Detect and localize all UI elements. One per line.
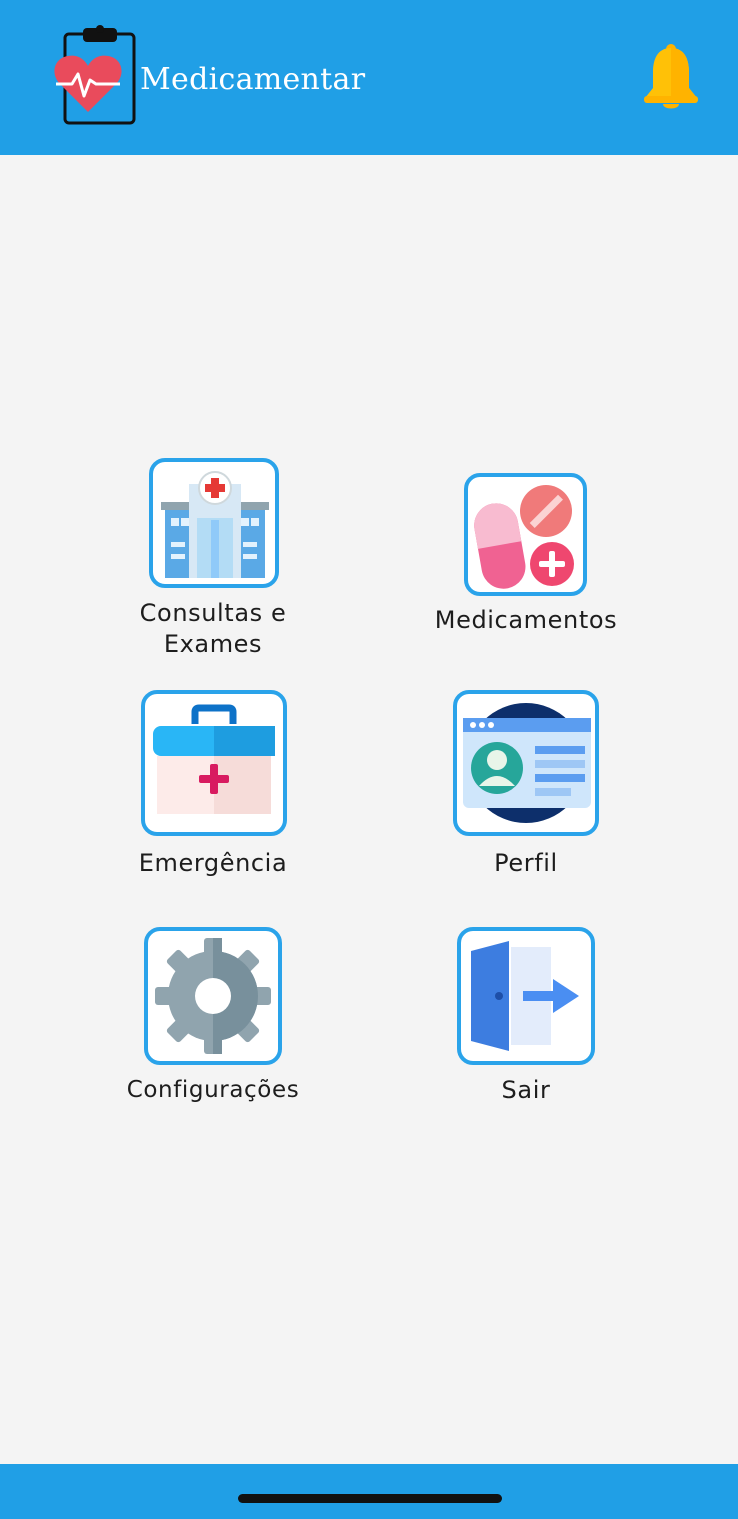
bottom-bar <box>0 1464 738 1519</box>
menu-item-label: Emergência <box>138 849 288 877</box>
pills-icon <box>464 473 587 596</box>
gear-icon <box>144 927 282 1065</box>
menu-item-consultas-exames[interactable]: Consultas e Exames <box>113 458 313 663</box>
first-aid-kit-icon <box>141 690 287 836</box>
top-app-bar: Medicamentar <box>0 0 738 155</box>
hospital-icon <box>149 458 279 588</box>
menu-item-medicamentos[interactable]: Medicamentos <box>426 473 626 643</box>
app-title: Medicamentar <box>140 62 366 97</box>
menu-item-perfil[interactable]: Perfil <box>426 690 626 885</box>
menu-item-label: Sair <box>501 1076 551 1104</box>
bell-icon[interactable] <box>640 40 702 112</box>
clipboard-heart-icon <box>52 24 140 128</box>
menu-item-label: Perfil <box>494 849 558 877</box>
id-card-icon <box>453 690 599 836</box>
home-indicator[interactable] <box>238 1494 502 1503</box>
menu-item-sair[interactable]: Sair <box>426 927 626 1112</box>
menu-item-label: Consultas e Exames <box>139 599 287 658</box>
menu-item-label: Medicamentos <box>434 606 618 634</box>
exit-door-icon <box>457 927 595 1065</box>
menu-item-label: Configurações <box>126 1077 300 1103</box>
menu-item-emergencia[interactable]: Emergência <box>113 690 313 885</box>
menu-item-configuracoes[interactable]: Configurações <box>108 927 318 1112</box>
